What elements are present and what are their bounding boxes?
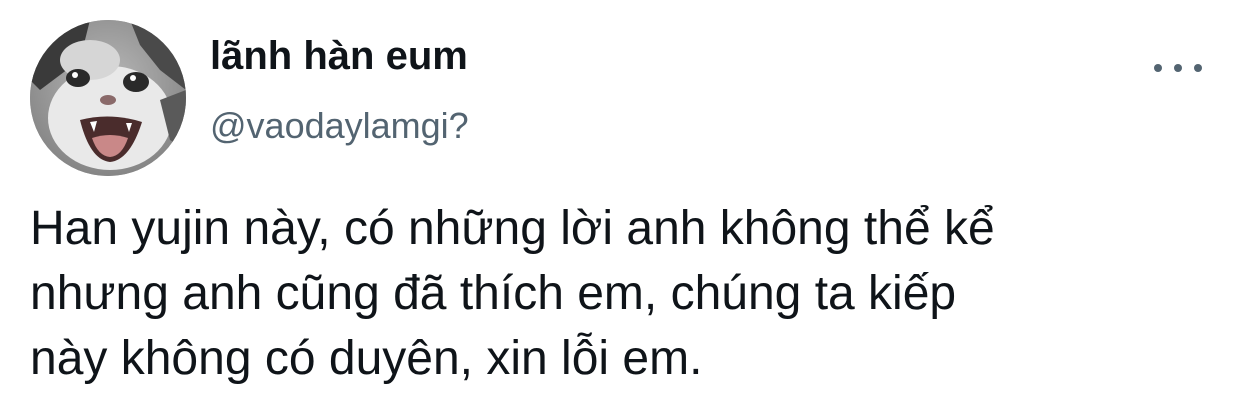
more-dot (1154, 64, 1162, 72)
display-name[interactable]: lãnh hàn eum (210, 32, 468, 80)
tweet-text: Han yujin này, có những lời anh không th… (30, 202, 995, 385)
more-dot (1194, 64, 1202, 72)
more-dot (1174, 64, 1182, 72)
avatar[interactable] (30, 20, 186, 176)
more-options-icon[interactable] (1150, 52, 1206, 84)
crying-cat-avatar-icon (30, 20, 186, 176)
tweet-card: lãnh hàn eum @vaodaylamgi? Han yujin này… (0, 0, 1242, 409)
user-handle[interactable]: @vaodaylamgi? (210, 104, 469, 148)
